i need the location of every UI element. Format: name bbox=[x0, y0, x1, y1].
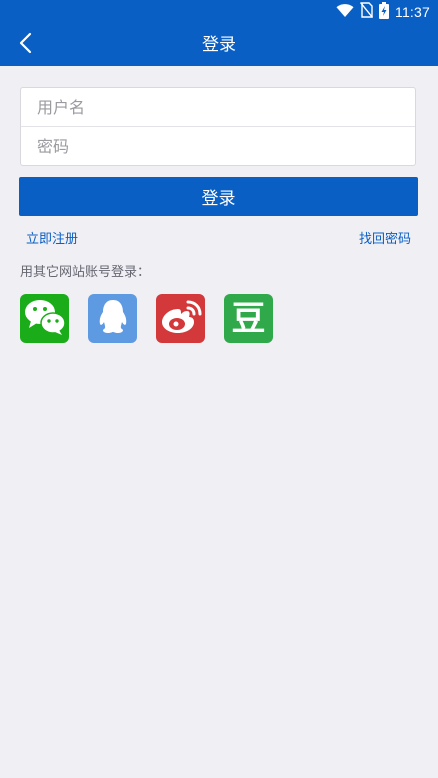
login-button[interactable]: 登录 bbox=[19, 177, 418, 216]
wifi-icon bbox=[336, 3, 354, 22]
wechat-icon bbox=[23, 297, 67, 341]
nav-bar: 登录 bbox=[0, 24, 438, 66]
social-login-row: 豆 bbox=[20, 294, 273, 343]
login-form bbox=[20, 87, 416, 166]
wechat-login-button[interactable] bbox=[20, 294, 69, 343]
qq-login-button[interactable] bbox=[88, 294, 137, 343]
battery-charging-icon bbox=[379, 1, 389, 23]
douban-login-button[interactable]: 豆 bbox=[224, 294, 273, 343]
status-time: 11:37 bbox=[395, 4, 430, 20]
status-bar: 11:37 bbox=[0, 0, 438, 24]
weibo-icon bbox=[160, 299, 202, 339]
qq-icon bbox=[95, 298, 131, 340]
password-input[interactable] bbox=[21, 127, 415, 165]
social-login-label: 用其它网站账号登录： bbox=[20, 265, 151, 280]
username-input[interactable] bbox=[21, 88, 415, 126]
register-link[interactable]: 立即注册 bbox=[26, 228, 78, 247]
weibo-login-button[interactable] bbox=[156, 294, 205, 343]
page-title: 登录 bbox=[202, 35, 236, 55]
douban-icon: 豆 bbox=[231, 298, 266, 339]
status-icons: 11:37 bbox=[336, 1, 430, 23]
forgot-password-link[interactable]: 找回密码 bbox=[359, 228, 411, 247]
no-sim-icon bbox=[359, 2, 374, 22]
